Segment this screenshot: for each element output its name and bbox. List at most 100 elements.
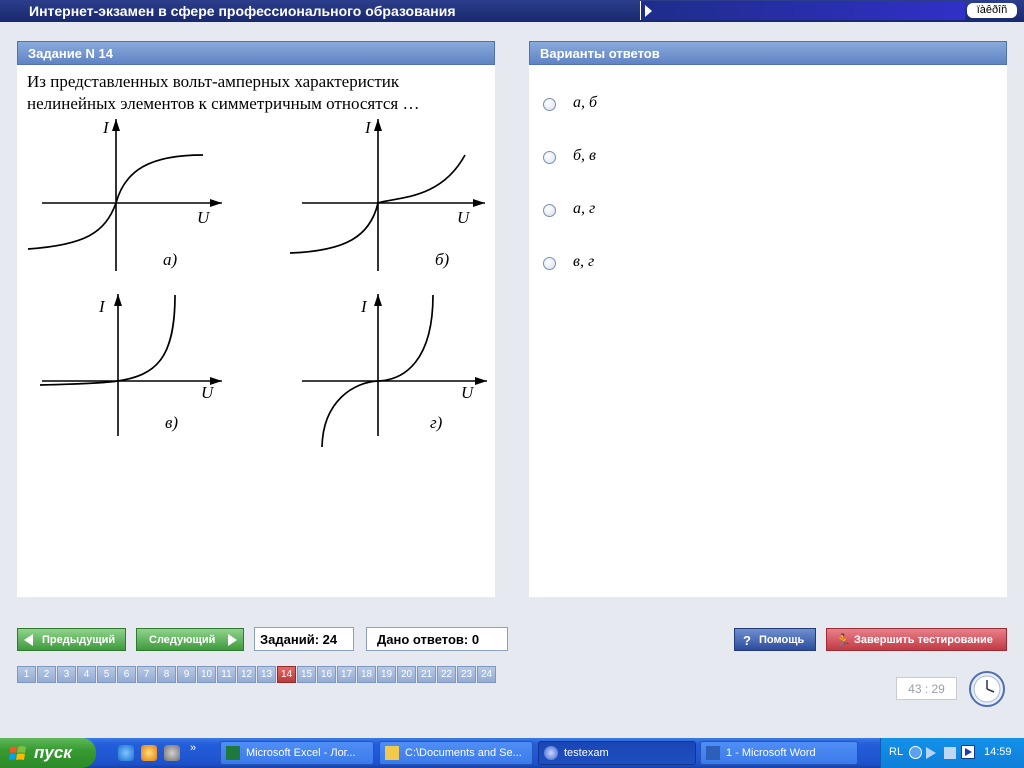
tray-back-icon[interactable]: [909, 746, 922, 759]
answer-radio-2[interactable]: [543, 151, 556, 164]
graph-c-y-label: I: [98, 297, 106, 316]
start-label: пуск: [34, 743, 72, 762]
taskbar-item-label: testexam: [564, 747, 609, 759]
previous-button-label: Предыдущий: [42, 634, 116, 646]
graph-c-caption: в): [165, 413, 178, 432]
taskbar-item-testexam[interactable]: testexam: [538, 741, 696, 765]
network-icon[interactable]: [944, 747, 956, 759]
answer-radio-1[interactable]: [543, 98, 556, 111]
page-button-6[interactable]: 6: [117, 666, 136, 683]
page-button-10[interactable]: 10: [197, 666, 216, 683]
page-button-4[interactable]: 4: [77, 666, 96, 683]
arrow-left-icon: [24, 634, 33, 646]
page-button-3[interactable]: 3: [57, 666, 76, 683]
page-button-1[interactable]: 1: [17, 666, 36, 683]
graph-b-caption: б): [435, 250, 450, 269]
page-button-12[interactable]: 12: [237, 666, 256, 683]
excel-icon: [226, 746, 240, 760]
graph-a: I U а): [27, 118, 222, 271]
answer-label-1[interactable]: а, б: [573, 94, 597, 112]
window-title: Интернет-экзамен в сфере профессионально…: [29, 3, 456, 19]
graph-d-caption: г): [430, 413, 443, 432]
answer-label-4[interactable]: в, г: [573, 253, 594, 271]
taskbar-item-excel[interactable]: Microsoft Excel - Лог...: [220, 741, 374, 765]
play-arrow-icon: [645, 5, 652, 17]
taskbar-item-word[interactable]: 1 - Microsoft Word: [700, 741, 858, 765]
media-player-icon[interactable]: [141, 745, 157, 761]
language-bar[interactable]: RL: [889, 746, 903, 758]
windows-logo-icon: [9, 746, 26, 760]
answer-label-2[interactable]: б, в: [573, 147, 596, 165]
taskbar-item-label: 1 - Microsoft Word: [726, 747, 816, 759]
help-button-label: Помощь: [759, 634, 805, 646]
graph-d-x-label: U: [461, 383, 475, 402]
finish-test-button[interactable]: 🏃 Завершить тестирование: [826, 628, 1007, 651]
question-text: Из представленных вольт-амперных характе…: [27, 72, 420, 113]
graph-b-y-label: I: [364, 118, 372, 137]
page-button-2[interactable]: 2: [37, 666, 56, 683]
page-button-23[interactable]: 23: [457, 666, 476, 683]
graph-d-y-label: I: [360, 297, 368, 316]
page-button-5[interactable]: 5: [97, 666, 116, 683]
previous-button[interactable]: Предыдущий: [17, 628, 126, 651]
answer-radio-4[interactable]: [543, 257, 556, 270]
internet-explorer-icon[interactable]: [118, 745, 134, 761]
countdown-timer: 43 : 29: [896, 677, 957, 700]
taskbar: пуск » Microsoft Excel - Лог... C:\Docum…: [0, 738, 1024, 768]
title-bar: Интернет-экзамен в сфере профессионально…: [0, 0, 1024, 22]
answers-header: Варианты ответов: [529, 41, 1007, 65]
page-button-14[interactable]: 14: [277, 666, 296, 683]
question-panel: Из представленных вольт-амперных характе…: [17, 65, 495, 597]
page-button-15[interactable]: 15: [297, 666, 316, 683]
program-shortcut-icon[interactable]: [164, 745, 180, 761]
page-button-16[interactable]: 16: [317, 666, 336, 683]
graph-d: I U г): [302, 294, 487, 448]
page-button-9[interactable]: 9: [177, 666, 196, 683]
graph-a-y-label: I: [102, 118, 110, 137]
graph-a-caption: а): [163, 250, 178, 269]
finish-button-label: Завершить тестирование: [854, 634, 993, 646]
page-button-8[interactable]: 8: [157, 666, 176, 683]
graph-c: I U в): [39, 294, 222, 436]
next-button[interactable]: Следующий: [136, 628, 244, 651]
clock-icon: [969, 671, 1005, 707]
page-button-13[interactable]: 13: [257, 666, 276, 683]
page-button-22[interactable]: 22: [437, 666, 456, 683]
title-accent: [640, 1, 965, 20]
system-tray: RL 14:59: [880, 738, 1024, 768]
arrow-right-icon: [228, 634, 237, 646]
taskbar-item-explorer[interactable]: C:\Documents and Se...: [379, 741, 533, 765]
page-button-18[interactable]: 18: [357, 666, 376, 683]
graph-b: I U б): [289, 118, 485, 271]
testexam-icon: [544, 746, 558, 760]
language-indicator[interactable]: ïàêðîñ: [967, 3, 1017, 18]
task-header: Задание N 14: [17, 41, 495, 65]
tasks-count: Заданий: 24: [254, 627, 354, 651]
taskbar-item-label: Microsoft Excel - Лог...: [246, 747, 356, 759]
tray-forward-icon[interactable]: [926, 747, 936, 759]
page-button-19[interactable]: 19: [377, 666, 396, 683]
start-button[interactable]: пуск: [0, 738, 96, 768]
answer-radio-3[interactable]: [543, 204, 556, 217]
page-button-20[interactable]: 20: [397, 666, 416, 683]
runner-icon: 🏃: [835, 633, 852, 648]
tray-clock[interactable]: 14:59: [984, 746, 1012, 758]
page-button-21[interactable]: 21: [417, 666, 436, 683]
help-button[interactable]: ? Помощь: [734, 628, 816, 651]
answer-label-3[interactable]: а, г: [573, 200, 595, 218]
page-button-17[interactable]: 17: [337, 666, 356, 683]
answers-panel: а, б б, в а, г в, г: [529, 65, 1007, 597]
quicklaunch-chevron-icon[interactable]: »: [190, 742, 196, 754]
graph-b-x-label: U: [457, 208, 471, 227]
taskbar-item-label: C:\Documents and Se...: [405, 747, 522, 759]
graph-a-x-label: U: [197, 208, 211, 227]
play-icon: [965, 748, 972, 756]
word-icon: [706, 746, 720, 760]
page-button-7[interactable]: 7: [137, 666, 156, 683]
page-button-11[interactable]: 11: [217, 666, 236, 683]
answers-given-count: Дано ответов: 0: [366, 627, 508, 651]
graph-c-x-label: U: [201, 383, 215, 402]
folder-icon: [385, 746, 399, 760]
next-button-label: Следующий: [149, 634, 216, 646]
page-button-24[interactable]: 24: [477, 666, 496, 683]
